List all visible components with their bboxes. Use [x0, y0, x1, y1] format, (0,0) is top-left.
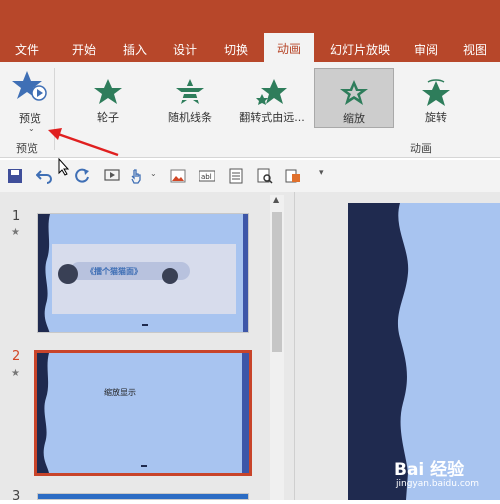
watermark-url: jingyan.baidu.com	[396, 479, 480, 489]
annotation-arrow	[48, 128, 119, 157]
mouse-cursor-icon	[58, 158, 70, 176]
watermark-text: Bai 经验	[394, 460, 465, 480]
